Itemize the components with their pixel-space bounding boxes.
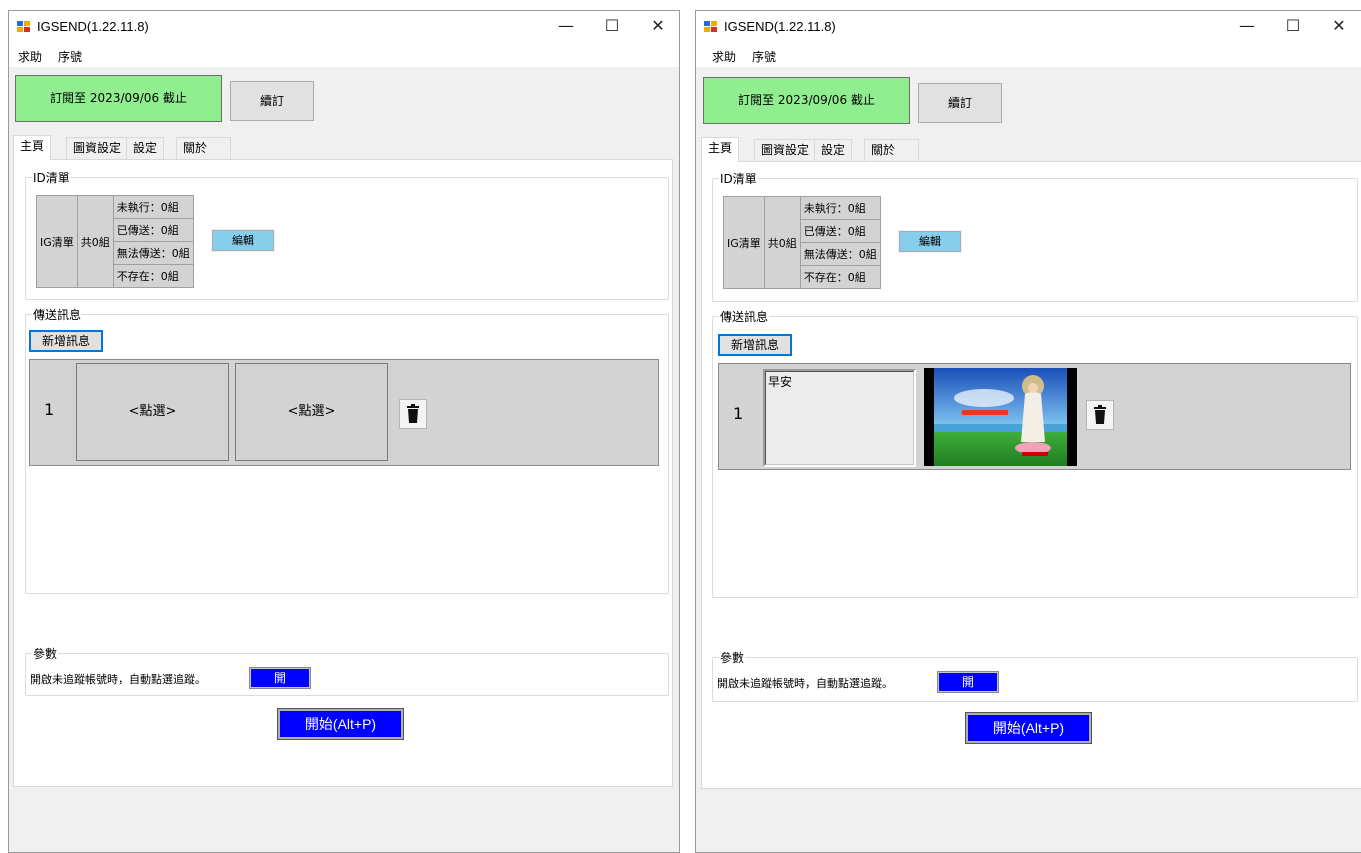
message-image-picker[interactable]: <點選>	[235, 363, 388, 461]
stat-sent: 已傳送：0組	[799, 219, 881, 243]
auto-follow-label: 開啟未追蹤帳號時，自動點選追蹤。	[30, 673, 206, 686]
start-button[interactable]: 開始(Alt+P)	[277, 708, 404, 740]
title-bar[interactable]: IGSEND(1.22.11.8) — ☐ ✕	[696, 11, 1361, 43]
parameters-group: 參數 開啟未追蹤帳號時，自動點選追蹤。 開	[712, 649, 1358, 702]
menu-serial[interactable]: 序號	[58, 48, 82, 65]
minimize-button[interactable]: —	[1224, 11, 1270, 43]
parameters-group: 參數 開啟未追蹤帳號時，自動點選追蹤。 開	[25, 645, 669, 696]
message-image[interactable]	[924, 368, 1077, 466]
message-text-picker[interactable]: <點選>	[76, 363, 229, 461]
edit-button[interactable]: 編輯	[898, 230, 962, 253]
stat-sent: 已傳送：0組	[112, 218, 194, 242]
send-message-group: 傳送訊息 新增訊息 1 早安	[712, 308, 1358, 598]
row-number: 1	[733, 404, 744, 423]
main-content: 訂閱至 2023/09/06 截止 續訂 主頁 圖資設定 設定 關於 ID清單 …	[696, 67, 1361, 852]
id-list-group: ID清單 IG清單 共0組 未執行：0組 已傳送：0組 無法傳送：0組 不存在：…	[25, 169, 669, 300]
menu-bar: 求助 序號	[9, 43, 679, 67]
trash-icon	[1094, 405, 1106, 424]
igsend-window-left: IGSEND(1.22.11.8) — ☐ ✕ 求助 序號 訂閱至 2023/0…	[8, 10, 680, 853]
main-content: 訂閱至 2023/09/06 截止 續訂 主頁 圖資設定 設定 關於 ID清單 …	[9, 67, 679, 852]
send-message-title: 傳送訊息	[32, 306, 83, 323]
total-count: 共0組	[76, 195, 114, 288]
message-text-box[interactable]: 早安	[763, 369, 916, 467]
stat-failed: 無法傳送：0組	[799, 242, 881, 266]
tab-settings[interactable]: 設定	[814, 139, 853, 161]
stat-failed: 無法傳送：0組	[112, 241, 194, 265]
tab-panel-home: ID清單 IG清單 共0組 未執行：0組 已傳送：0組 無法傳送：0組 不存在：…	[701, 161, 1361, 789]
stat-not-exist: 不存在：0組	[112, 264, 194, 288]
send-message-group: 傳送訊息 新增訊息 1 <點選> <點選>	[25, 306, 669, 594]
auto-follow-toggle[interactable]: 開	[249, 667, 311, 689]
tab-image-settings[interactable]: 圖資設定	[754, 139, 817, 161]
igsend-window-right: IGSEND(1.22.11.8) — ☐ ✕ 求助 序號 訂閱至 2023/0…	[695, 10, 1361, 853]
app-icon	[704, 21, 718, 33]
parameters-title: 參數	[719, 649, 746, 666]
menu-help[interactable]: 求助	[712, 48, 736, 65]
maximize-button[interactable]: ☐	[589, 11, 635, 43]
window-title: IGSEND(1.22.11.8)	[37, 19, 149, 34]
edit-button[interactable]: 編輯	[211, 229, 275, 252]
app-icon	[17, 21, 31, 33]
delete-row-button[interactable]	[1086, 400, 1114, 430]
start-button[interactable]: 開始(Alt+P)	[965, 712, 1092, 744]
add-message-button[interactable]: 新增訊息	[718, 334, 792, 356]
tab-home[interactable]: 主頁	[701, 137, 740, 162]
id-list-title: ID清單	[32, 169, 71, 186]
menu-serial[interactable]: 序號	[752, 48, 776, 65]
minimize-button[interactable]: —	[543, 11, 589, 43]
ig-list-label: IG清單	[36, 195, 78, 288]
send-message-title: 傳送訊息	[719, 308, 770, 325]
menu-help[interactable]: 求助	[18, 48, 42, 65]
auto-follow-toggle[interactable]: 開	[937, 671, 999, 693]
delete-row-button[interactable]	[399, 399, 427, 429]
close-button[interactable]: ✕	[635, 11, 679, 43]
window-title: IGSEND(1.22.11.8)	[724, 19, 836, 34]
id-stats-table: IG清單 共0組 未執行：0組 已傳送：0組 無法傳送：0組 不存在：0組	[36, 195, 194, 288]
auto-follow-label: 開啟未追蹤帳號時，自動點選追蹤。	[717, 677, 893, 690]
id-list-title: ID清單	[719, 170, 758, 187]
total-count: 共0組	[763, 196, 801, 289]
tab-panel-home: ID清單 IG清單 共0組 未執行：0組 已傳送：0組 無法傳送：0組 不存在：…	[13, 159, 673, 787]
message-row: 1 <點選> <點選>	[29, 359, 659, 466]
maximize-button[interactable]: ☐	[1270, 11, 1316, 43]
tab-about[interactable]: 關於	[864, 139, 919, 161]
parameters-title: 參數	[32, 645, 59, 662]
message-row: 1 早安	[718, 363, 1351, 470]
menu-bar: 求助 序號	[696, 43, 1361, 67]
stat-pending: 未執行：0組	[112, 195, 194, 219]
close-button[interactable]: ✕	[1316, 11, 1361, 43]
stat-not-exist: 不存在：0組	[799, 265, 881, 289]
subscription-badge: 訂閱至 2023/09/06 截止	[703, 77, 910, 124]
trash-icon	[407, 404, 419, 423]
title-bar[interactable]: IGSEND(1.22.11.8) — ☐ ✕	[9, 11, 679, 43]
message-text: 早安	[765, 371, 914, 465]
tab-settings[interactable]: 設定	[126, 137, 165, 159]
tab-about[interactable]: 關於	[176, 137, 231, 159]
ig-list-label: IG清單	[723, 196, 765, 289]
tab-home[interactable]: 主頁	[13, 135, 52, 160]
add-message-button[interactable]: 新增訊息	[29, 330, 103, 352]
renew-button[interactable]: 續訂	[230, 81, 314, 121]
renew-button[interactable]: 續訂	[918, 83, 1002, 123]
stat-pending: 未執行：0組	[799, 196, 881, 220]
row-number: 1	[44, 400, 55, 419]
guanyin-picture	[924, 368, 1077, 466]
tab-image-settings[interactable]: 圖資設定	[66, 137, 129, 159]
id-stats-table: IG清單 共0組 未執行：0組 已傳送：0組 無法傳送：0組 不存在：0組	[723, 196, 881, 289]
subscription-badge: 訂閱至 2023/09/06 截止	[15, 75, 222, 122]
id-list-group: ID清單 IG清單 共0組 未執行：0組 已傳送：0組 無法傳送：0組 不存在：…	[712, 170, 1358, 302]
